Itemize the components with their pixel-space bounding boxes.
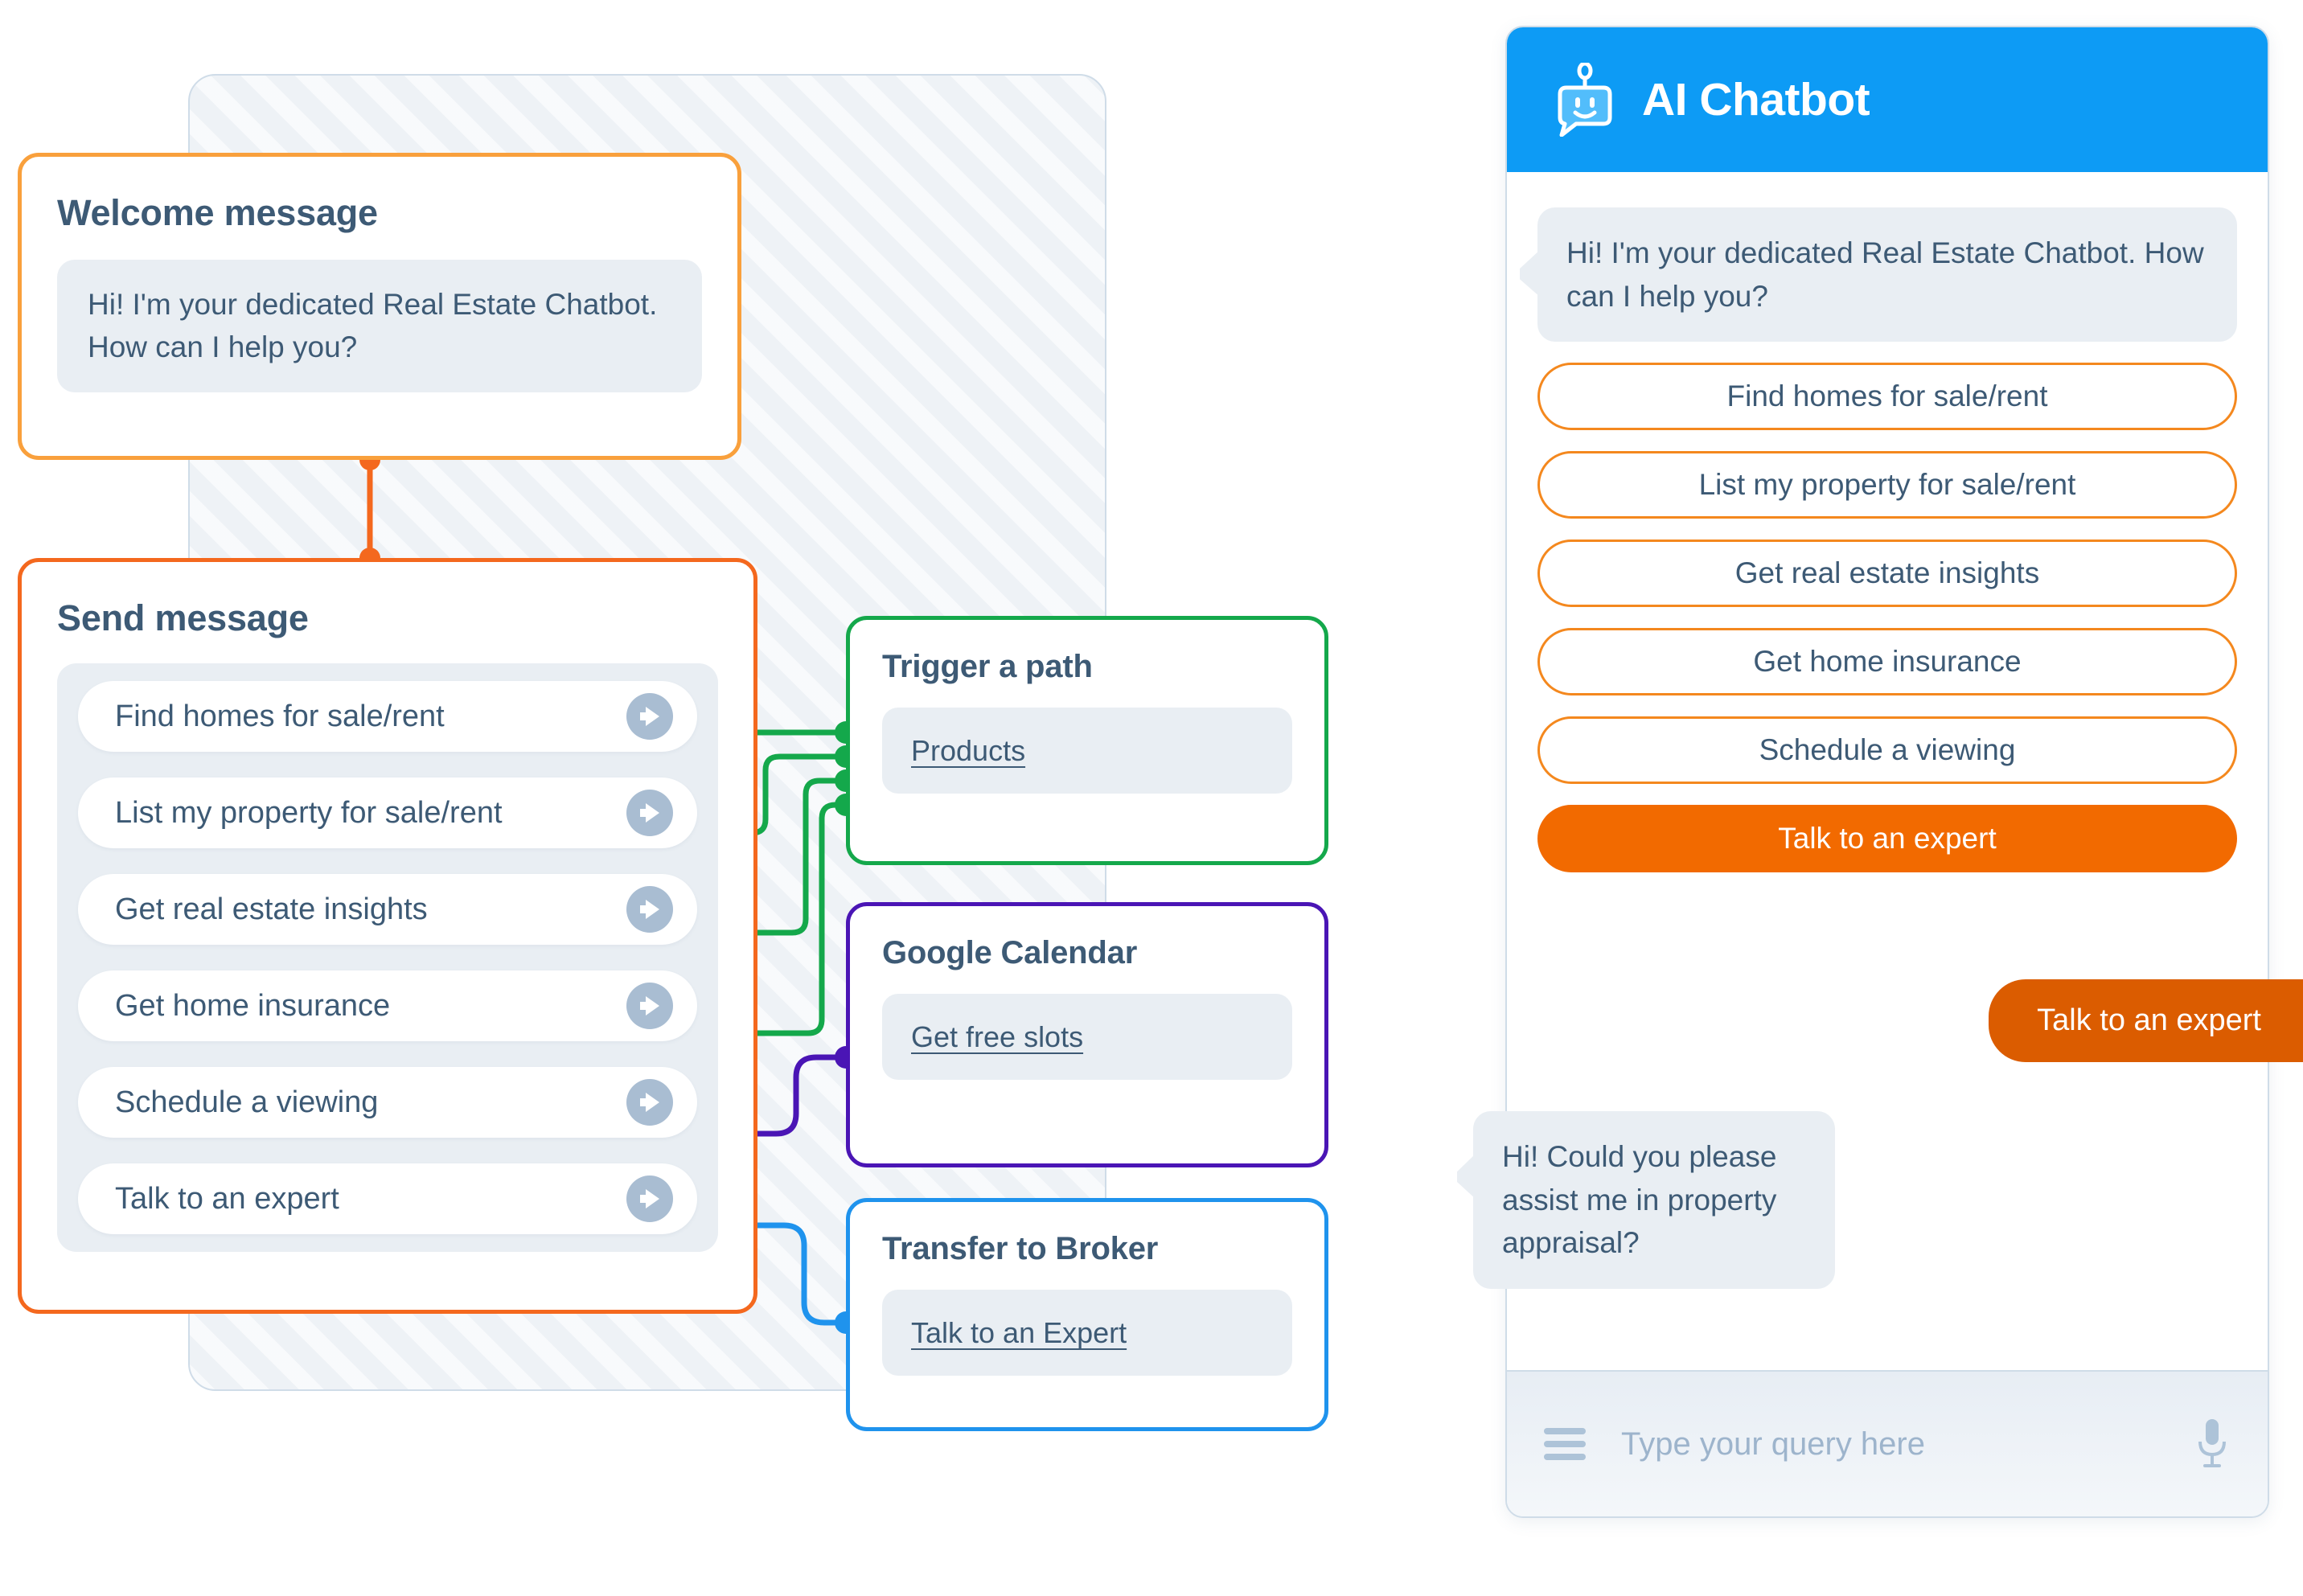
quick-reply-label: List my property for sale/rent (1698, 468, 2076, 502)
chat-widget: AI Chatbot Hi! I'm your dedicated Real E… (1473, 26, 2303, 1518)
trigger-a-path-card[interactable]: Trigger a path Products (846, 616, 1328, 865)
option-label: Talk to an expert (115, 1181, 339, 1216)
calendar-card-title: Google Calendar (882, 935, 1138, 970)
calendar-card-value[interactable]: Get free slots (911, 1020, 1083, 1053)
chat-input-bar[interactable]: Type your query here (1507, 1370, 2268, 1516)
arrow-right-circle-icon[interactable] (626, 1079, 673, 1126)
quick-reply-home-insurance[interactable]: Get home insurance (1537, 628, 2237, 696)
chatbot-avatar-icon (1558, 63, 1612, 137)
arrow-right-circle-icon[interactable] (626, 790, 673, 836)
quick-reply-label: Find homes for sale/rent (1726, 380, 2048, 413)
user-message-bubble: Talk to an expert (1989, 979, 2303, 1062)
google-calendar-card[interactable]: Google Calendar Get free slots (846, 902, 1328, 1167)
option-label: Schedule a viewing (115, 1085, 379, 1119)
option-row[interactable]: Get home insurance (78, 970, 697, 1041)
arrow-right-circle-icon[interactable] (626, 693, 673, 740)
welcome-card-title: Welcome message (57, 192, 378, 233)
broker-card-value[interactable]: Talk to an Expert (911, 1316, 1127, 1349)
arrow-right-circle-icon[interactable] (626, 886, 673, 933)
quick-reply-insights[interactable]: Get real estate insights (1537, 540, 2237, 608)
chat-header: AI Chatbot (1507, 27, 2268, 172)
welcome-card-message: Hi! I'm your dedicated Real Estate Chatb… (57, 260, 702, 393)
send-card-title: Send message (57, 597, 309, 638)
transfer-to-broker-card[interactable]: Transfer to Broker Talk to an Expert (846, 1198, 1328, 1431)
quick-reply-find-homes[interactable]: Find homes for sale/rent (1537, 363, 2237, 431)
chat-input-placeholder[interactable]: Type your query here (1621, 1426, 2165, 1463)
option-label: Get home insurance (115, 988, 391, 1023)
quick-reply-label: Talk to an expert (1778, 822, 1997, 855)
calendar-card-value-box: Get free slots (882, 994, 1292, 1081)
chat-title: AI Chatbot (1642, 74, 1870, 125)
send-message-card[interactable]: Send message Find homes for sale/rent Li… (18, 558, 757, 1314)
hamburger-menu-icon[interactable] (1544, 1426, 1592, 1462)
trigger-card-value-box: Products (882, 708, 1292, 794)
option-row[interactable]: Schedule a viewing (78, 1067, 697, 1138)
option-row[interactable]: Find homes for sale/rent (78, 681, 697, 752)
option-row[interactable]: Get real estate insights (78, 874, 697, 945)
bot-message-bubble: Hi! I'm your dedicated Real Estate Chatb… (1537, 207, 2237, 343)
arrow-right-circle-icon[interactable] (626, 1175, 673, 1222)
option-label: Find homes for sale/rent (115, 699, 445, 733)
chat-message-area: Hi! I'm your dedicated Real Estate Chatb… (1473, 172, 2303, 1370)
quick-reply-label: Get real estate insights (1734, 556, 2040, 590)
option-label: List my property for sale/rent (115, 795, 503, 830)
microphone-icon[interactable] (2194, 1418, 2231, 1471)
welcome-message-card[interactable]: Welcome message Hi! I'm your dedicated R… (18, 153, 741, 460)
broker-card-title: Transfer to Broker (882, 1231, 1159, 1266)
quick-reply-label: Schedule a viewing (1759, 733, 2016, 767)
quick-reply-talk-to-expert[interactable]: Talk to an expert (1537, 805, 2237, 873)
quick-reply-list-property[interactable]: List my property for sale/rent (1537, 451, 2237, 519)
option-row[interactable]: Talk to an expert (78, 1163, 697, 1234)
quick-reply-label: Get home insurance (1753, 645, 2022, 679)
broker-card-value-box: Talk to an Expert (882, 1290, 1292, 1376)
bot-message-bubble-2: Hi! Could you please assist me in proper… (1473, 1111, 1835, 1289)
arrow-right-circle-icon[interactable] (626, 983, 673, 1029)
trigger-card-value[interactable]: Products (911, 734, 1025, 767)
trigger-card-title: Trigger a path (882, 649, 1093, 684)
quick-reply-schedule-viewing[interactable]: Schedule a viewing (1537, 716, 2237, 785)
send-card-option-list: Find homes for sale/rent List my propert… (57, 663, 718, 1252)
option-row[interactable]: List my property for sale/rent (78, 777, 697, 848)
option-label: Get real estate insights (115, 892, 428, 926)
flow-diagram-stage: Welcome message Hi! I'm your dedicated R… (0, 0, 2303, 1596)
